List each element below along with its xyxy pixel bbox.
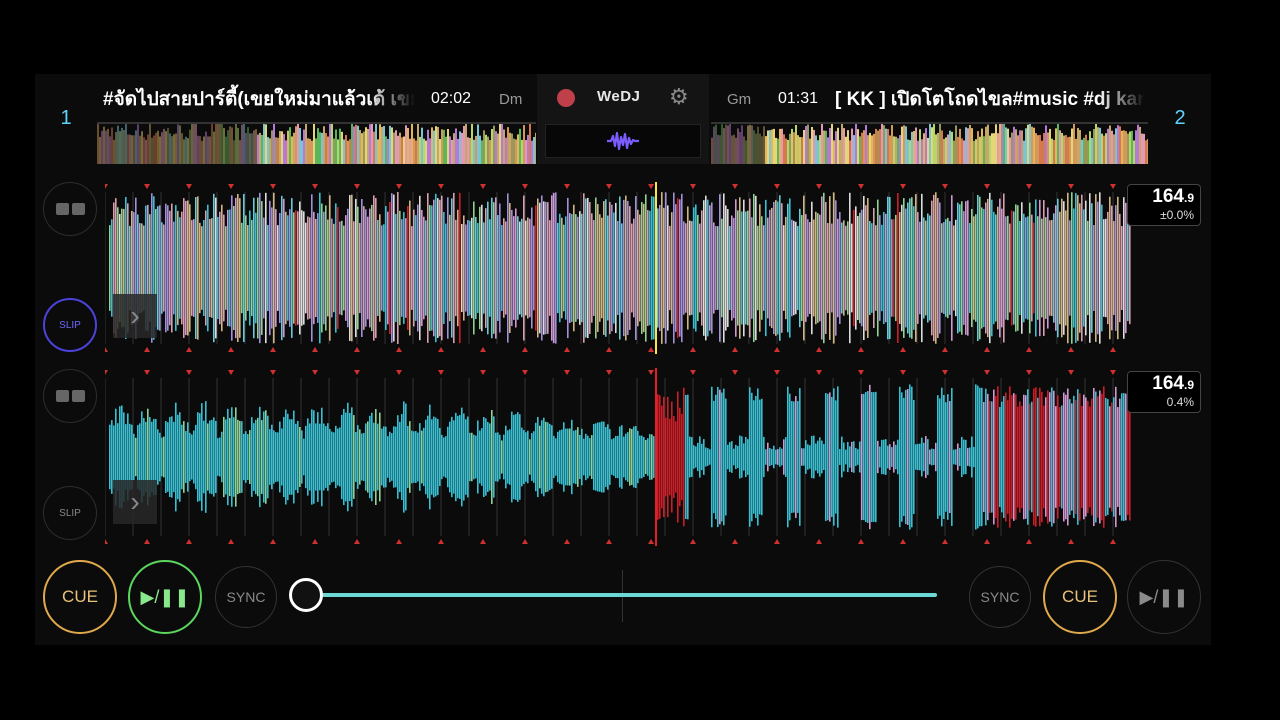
chevron-right-icon: › xyxy=(130,486,140,517)
deck-2-key: Gm xyxy=(727,90,752,108)
deck-2-expand-button[interactable]: › xyxy=(113,480,157,524)
deck-1-track-title: #จัดไปสายปาร์ตี้(เขยใหม่มาแล้วเด้ เขยใหม… xyxy=(103,89,415,110)
deck-1-bpm-decimal: .9 xyxy=(1183,191,1194,205)
center-panel: WeDJ ⚙ xyxy=(537,74,709,164)
gear-icon: ⚙ xyxy=(669,84,689,109)
deck-1-key: Dm xyxy=(499,90,523,108)
deck-1-waveform[interactable] xyxy=(105,182,1141,354)
deck-1-slip-button[interactable]: SLIP xyxy=(43,298,97,352)
settings-button[interactable]: ⚙ xyxy=(669,86,689,108)
deck-2-play-pause-button[interactable]: ▶/❚❚ xyxy=(1127,560,1201,634)
waveform-icon xyxy=(607,131,639,151)
deck-1-loop-button[interactable] xyxy=(43,182,97,236)
deck-1-cue-button[interactable]: CUE xyxy=(43,560,117,634)
waveform-view-button[interactable] xyxy=(545,124,701,158)
deck-2-bpm-display[interactable]: 164.9 0.4% xyxy=(1127,371,1201,413)
wedj-app: 1 #จัดไปสายปาร์ตี้(เขยใหม่มาแล้วเด้ เขยใ… xyxy=(35,74,1211,645)
record-button[interactable] xyxy=(557,89,575,107)
deck-2-waveform[interactable] xyxy=(105,368,1141,546)
deck-1-play-pause-button[interactable]: ▶/❚❚ xyxy=(128,560,202,634)
deck-1-sync-button[interactable]: SYNC xyxy=(215,566,277,628)
deck-2-loop-button[interactable] xyxy=(43,369,97,423)
deck-1-time: 02:02 xyxy=(431,90,472,107)
deck-2-slip-button[interactable]: SLIP xyxy=(43,486,97,540)
loop-icon xyxy=(55,390,85,402)
deck-2-bpm-decimal: .9 xyxy=(1183,378,1194,392)
deck-2-number[interactable]: 2 xyxy=(1149,74,1211,162)
deck-2-time: 01:31 xyxy=(778,90,819,107)
deck-1-bpm-display[interactable]: 164.9 ±0.0% xyxy=(1127,184,1201,226)
crossfader-knob[interactable] xyxy=(289,578,323,612)
deck-2-track-title: [ KK ] เปิดโตโถดไขล#music #dj karaoke xyxy=(835,89,1145,110)
deck-1-number[interactable]: 1 xyxy=(35,74,97,162)
loop-icon xyxy=(55,203,85,215)
chevron-right-icon: › xyxy=(130,300,140,331)
deck-2-pitch: 0.4% xyxy=(1166,395,1194,409)
deck-2-cue-button[interactable]: CUE xyxy=(1043,560,1117,634)
deck-1-expand-button[interactable]: › xyxy=(113,294,157,338)
deck-2-overview-waveform[interactable] xyxy=(711,122,1148,164)
deck-1-bpm: 164 xyxy=(1152,186,1184,207)
deck-2-bpm: 164 xyxy=(1152,373,1184,394)
deck-2-sync-button[interactable]: SYNC xyxy=(969,566,1031,628)
deck-1-pitch: ±0.0% xyxy=(1160,208,1194,222)
wedj-logo: WeDJ xyxy=(597,88,641,105)
crossfader-track[interactable] xyxy=(305,593,937,597)
deck-1-overview-waveform[interactable] xyxy=(97,122,536,164)
